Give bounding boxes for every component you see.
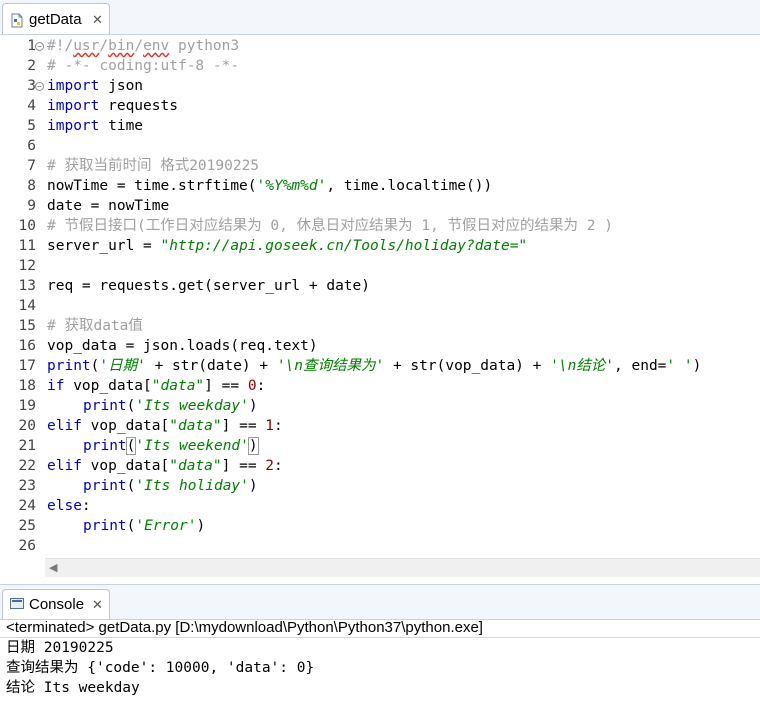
console-divider: [0, 637, 760, 638]
code-line-19: print('Its weekday'): [83, 398, 258, 414]
line-number: 3: [27, 78, 36, 94]
line-number: 18: [18, 378, 36, 394]
code-line-20: elif vop_data["data"] == 1:: [47, 418, 283, 434]
line-number: 23: [18, 478, 36, 494]
code-line-18: if vop_data["data"] == 0:: [47, 378, 266, 394]
code-line-2: # -*- coding:utf-8 -*-: [47, 58, 240, 74]
line-number: 12: [18, 258, 36, 274]
fold-collapse-icon[interactable]: −: [35, 82, 44, 91]
line-number: 10: [18, 218, 36, 234]
line-number: 4: [27, 98, 36, 114]
line-number: 8: [27, 178, 36, 194]
code-line-3: import json: [47, 78, 144, 94]
line-number: 9: [27, 198, 36, 214]
line-number: 5: [27, 118, 36, 134]
line-number: 19: [18, 398, 36, 414]
close-icon[interactable]: ✕: [92, 597, 103, 613]
line-number: 14: [18, 298, 36, 314]
text-cursor: [257, 438, 259, 454]
fold-collapse-icon[interactable]: −: [35, 42, 44, 51]
console-output-line: 查询结果为 {'code': 10000, 'data': 0}: [6, 660, 315, 676]
code-line-17: print('日期' + str(date) + '\n查询结果为' + str…: [47, 358, 702, 374]
code-line-24: else:: [47, 498, 91, 514]
line-number: 26: [18, 538, 36, 554]
code-line-10: # 节假日接口(工作日对应结果为 0, 休息日对应结果为 1, 节假日对应的结果…: [47, 218, 613, 234]
line-number: 20: [18, 418, 36, 434]
code-line-8: nowTime = time.strftime('%Y%m%d', time.l…: [47, 178, 493, 194]
editor-tab-bar: getData ✕: [0, 0, 760, 35]
line-number: 6: [27, 138, 36, 154]
tab-getdata[interactable]: getData ✕: [2, 3, 110, 34]
code-line-7: # 获取当前时间 格式20190225: [47, 158, 260, 174]
line-number: 13: [18, 278, 36, 294]
code-line-4: import requests: [47, 98, 178, 114]
console-icon: [10, 598, 24, 609]
line-number: 17: [18, 358, 36, 374]
code-line-1: #!/usr/bin/env python3: [47, 38, 240, 54]
console-output-line: 结论 Its weekday: [6, 680, 140, 696]
close-icon[interactable]: ✕: [92, 12, 103, 28]
code-line-15: # 获取data值: [47, 318, 143, 334]
line-number: 21: [18, 438, 36, 454]
code-line-22: elif vop_data["data"] == 2:: [47, 458, 283, 474]
python-file-icon: [11, 13, 23, 33]
line-number-gutter: 1 2 3 4 5 6 7 8 9 10 11 12 13 14 15 16 1…: [0, 35, 45, 558]
tab-label: getData: [29, 11, 82, 28]
console-tab-bar: Console ✕: [0, 584, 760, 620]
line-number: 25: [18, 518, 36, 534]
tab-console[interactable]: Console ✕: [2, 589, 110, 619]
console-output-line: 日期 20190225: [6, 640, 114, 656]
line-number: 1: [27, 38, 36, 54]
code-line-11: server_url = "http://api.goseek.cn/Tools…: [47, 238, 528, 254]
line-number: 11: [18, 238, 36, 254]
code-line-21: print('Its weekend'): [83, 437, 259, 455]
line-number: 16: [18, 338, 36, 354]
horizontal-scrollbar[interactable]: ◀: [45, 558, 760, 577]
code-line-23: print('Its holiday'): [83, 478, 258, 494]
console-process-status: <terminated> getData.py [D:\mydownload\P…: [6, 619, 483, 636]
line-number: 7: [27, 158, 36, 174]
scroll-left-icon[interactable]: ◀: [49, 561, 57, 574]
line-number: 2: [27, 58, 36, 74]
code-line-25: print('Error'): [83, 518, 206, 534]
code-line-13: req = requests.get(server_url + date): [47, 278, 371, 294]
console-tab-label: Console: [29, 596, 85, 613]
line-number: 24: [18, 498, 36, 514]
code-editor[interactable]: 1 2 3 4 5 6 7 8 9 10 11 12 13 14 15 16 1…: [0, 35, 760, 558]
code-line-5: import time: [47, 118, 144, 134]
code-line-9: date = nowTime: [47, 198, 170, 214]
line-number: 15: [18, 318, 36, 334]
line-number: 22: [18, 458, 36, 474]
code-line-16: vop_data = json.loads(req.text): [47, 338, 318, 354]
